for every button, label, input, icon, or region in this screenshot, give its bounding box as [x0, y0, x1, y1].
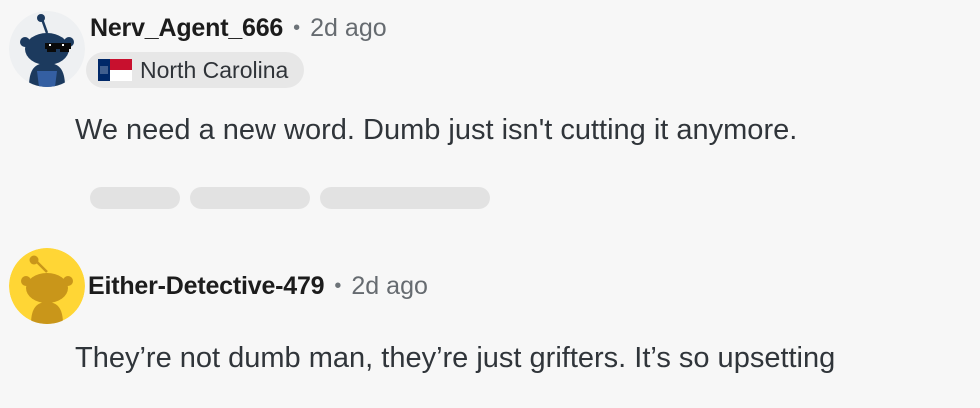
- north-carolina-flag-icon: [98, 59, 132, 81]
- meta-separator: •: [293, 16, 301, 39]
- faded-artifact: [90, 187, 490, 209]
- flair-label: North Carolina: [140, 56, 289, 83]
- timestamp: 2d ago: [351, 271, 428, 300]
- comment-body: We need a new word. Dumb just isn't cutt…: [75, 114, 798, 146]
- user-avatar[interactable]: [9, 248, 85, 324]
- snoo-sunglasses-avatar-icon: [9, 11, 85, 87]
- user-avatar[interactable]: [9, 11, 85, 87]
- meta-separator: •: [334, 274, 342, 297]
- snoo-default-avatar-icon: [9, 248, 85, 324]
- username[interactable]: Nerv_Agent_666: [90, 14, 283, 43]
- user-flair: North Carolina: [86, 52, 305, 88]
- timestamp: 2d ago: [310, 13, 387, 42]
- comment-meta: Either-Detective-479 • 2d ago: [88, 270, 428, 302]
- comment-body: They’re not dumb man, they’re just grift…: [75, 342, 836, 374]
- username[interactable]: Either-Detective-479: [88, 272, 325, 301]
- comment-meta: Nerv_Agent_666 • 2d ago: [90, 12, 387, 44]
